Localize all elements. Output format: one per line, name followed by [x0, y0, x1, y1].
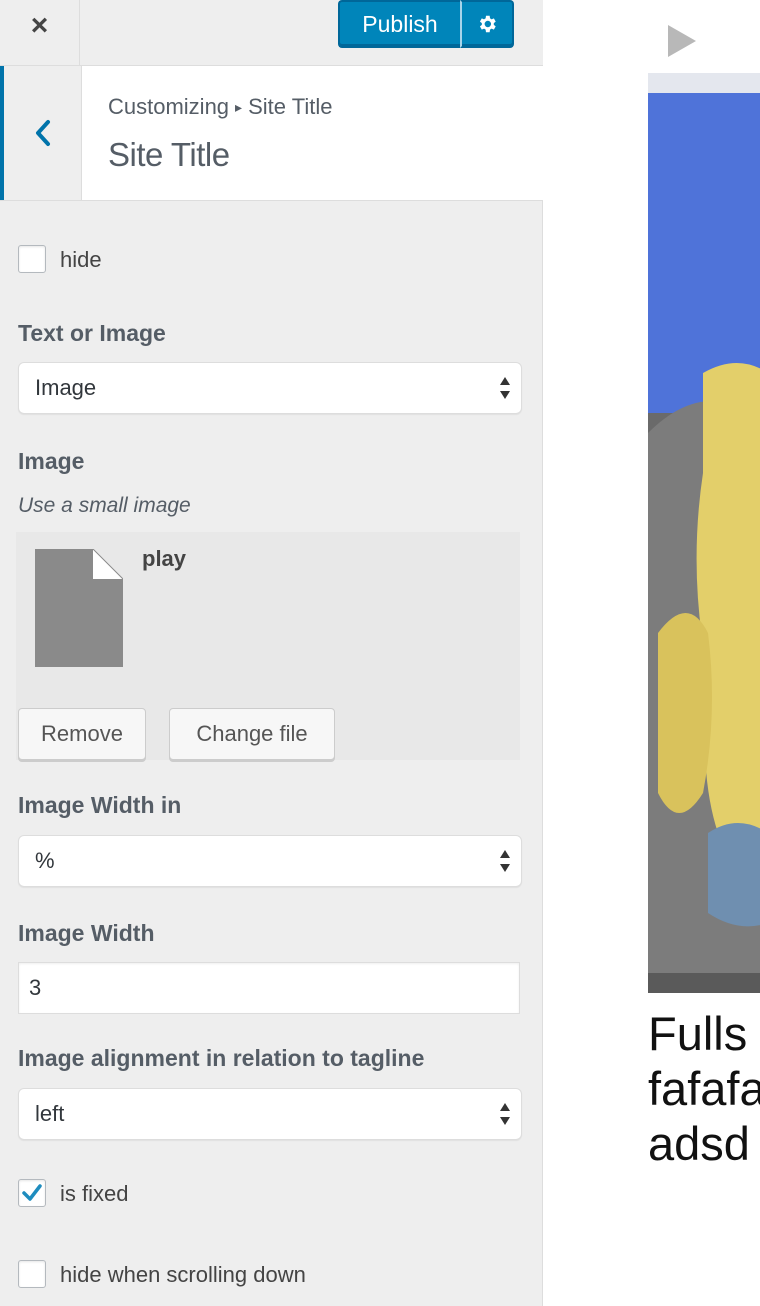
is-fixed-label: is fixed: [60, 1181, 129, 1206]
width-unit-select[interactable]: %: [18, 835, 522, 887]
customizer-header: × Publish: [0, 0, 543, 66]
image-width-input[interactable]: 3: [18, 962, 520, 1014]
hero-photo: [648, 73, 760, 993]
alignment-value: left: [35, 1101, 65, 1126]
width-unit-value: %: [35, 848, 55, 873]
preview-text-line: adsd: [648, 1117, 750, 1170]
gear-icon: [479, 15, 496, 33]
text-or-image-value: Image: [35, 375, 97, 400]
back-button[interactable]: [0, 66, 82, 200]
close-icon: ×: [30, 9, 49, 42]
image-width-value: 3: [29, 975, 42, 1000]
customizer-sidebar: × Publish Customizing ▸ Site Title Site Ti…: [0, 0, 543, 1306]
is-fixed-checkbox[interactable]: [18, 1179, 46, 1207]
preview-text: Fulls fafafa adsd: [648, 1006, 760, 1171]
breadcrumb-current: Site Title: [248, 94, 333, 119]
image-description: Use a small image: [18, 494, 191, 517]
text-or-image-select[interactable]: Image: [18, 362, 522, 414]
chevron-left-icon: [35, 120, 50, 146]
section-header: Customizing ▸ Site Title Site Title: [0, 66, 543, 201]
section-title: Site Title: [108, 136, 230, 173]
play-icon[interactable]: [668, 25, 696, 57]
remove-button[interactable]: Remove: [18, 708, 146, 760]
publish-button[interactable]: Publish: [338, 0, 460, 48]
select-arrows-icon: [500, 1103, 510, 1125]
breadcrumb-separator-icon: ▸: [235, 99, 243, 115]
width-unit-label: Image Width in: [18, 792, 182, 818]
text-or-image-label: Text or Image: [18, 320, 166, 346]
image-file-name: play: [142, 546, 187, 571]
checkmark-icon: [22, 1184, 42, 1201]
alignment-select[interactable]: left: [18, 1088, 522, 1140]
close-button[interactable]: ×: [0, 0, 80, 66]
hide-scrolling-label: hide when scrolling down: [60, 1262, 306, 1287]
hero-image: [648, 73, 760, 993]
alignment-label: Image alignment in relation to tagline: [18, 1045, 425, 1071]
change-file-button[interactable]: Change file: [169, 708, 335, 760]
site-preview: Fulls fafafa adsd: [544, 0, 760, 1306]
breadcrumb: Customizing ▸ Site Title: [108, 94, 332, 120]
document-icon: [35, 549, 123, 667]
hide-label: hide: [60, 247, 102, 272]
image-label: Image: [18, 448, 85, 474]
width-label: Image Width: [18, 920, 155, 946]
hide-scrolling-checkbox[interactable]: [18, 1260, 46, 1288]
preview-text-line: Fulls: [648, 1007, 748, 1060]
hide-checkbox[interactable]: [18, 245, 46, 273]
preview-text-line: fafafa: [648, 1062, 760, 1115]
publish-settings-button[interactable]: [460, 0, 514, 48]
breadcrumb-root: Customizing: [108, 94, 230, 119]
select-arrows-icon: [500, 850, 510, 872]
select-arrows-icon: [500, 377, 510, 399]
